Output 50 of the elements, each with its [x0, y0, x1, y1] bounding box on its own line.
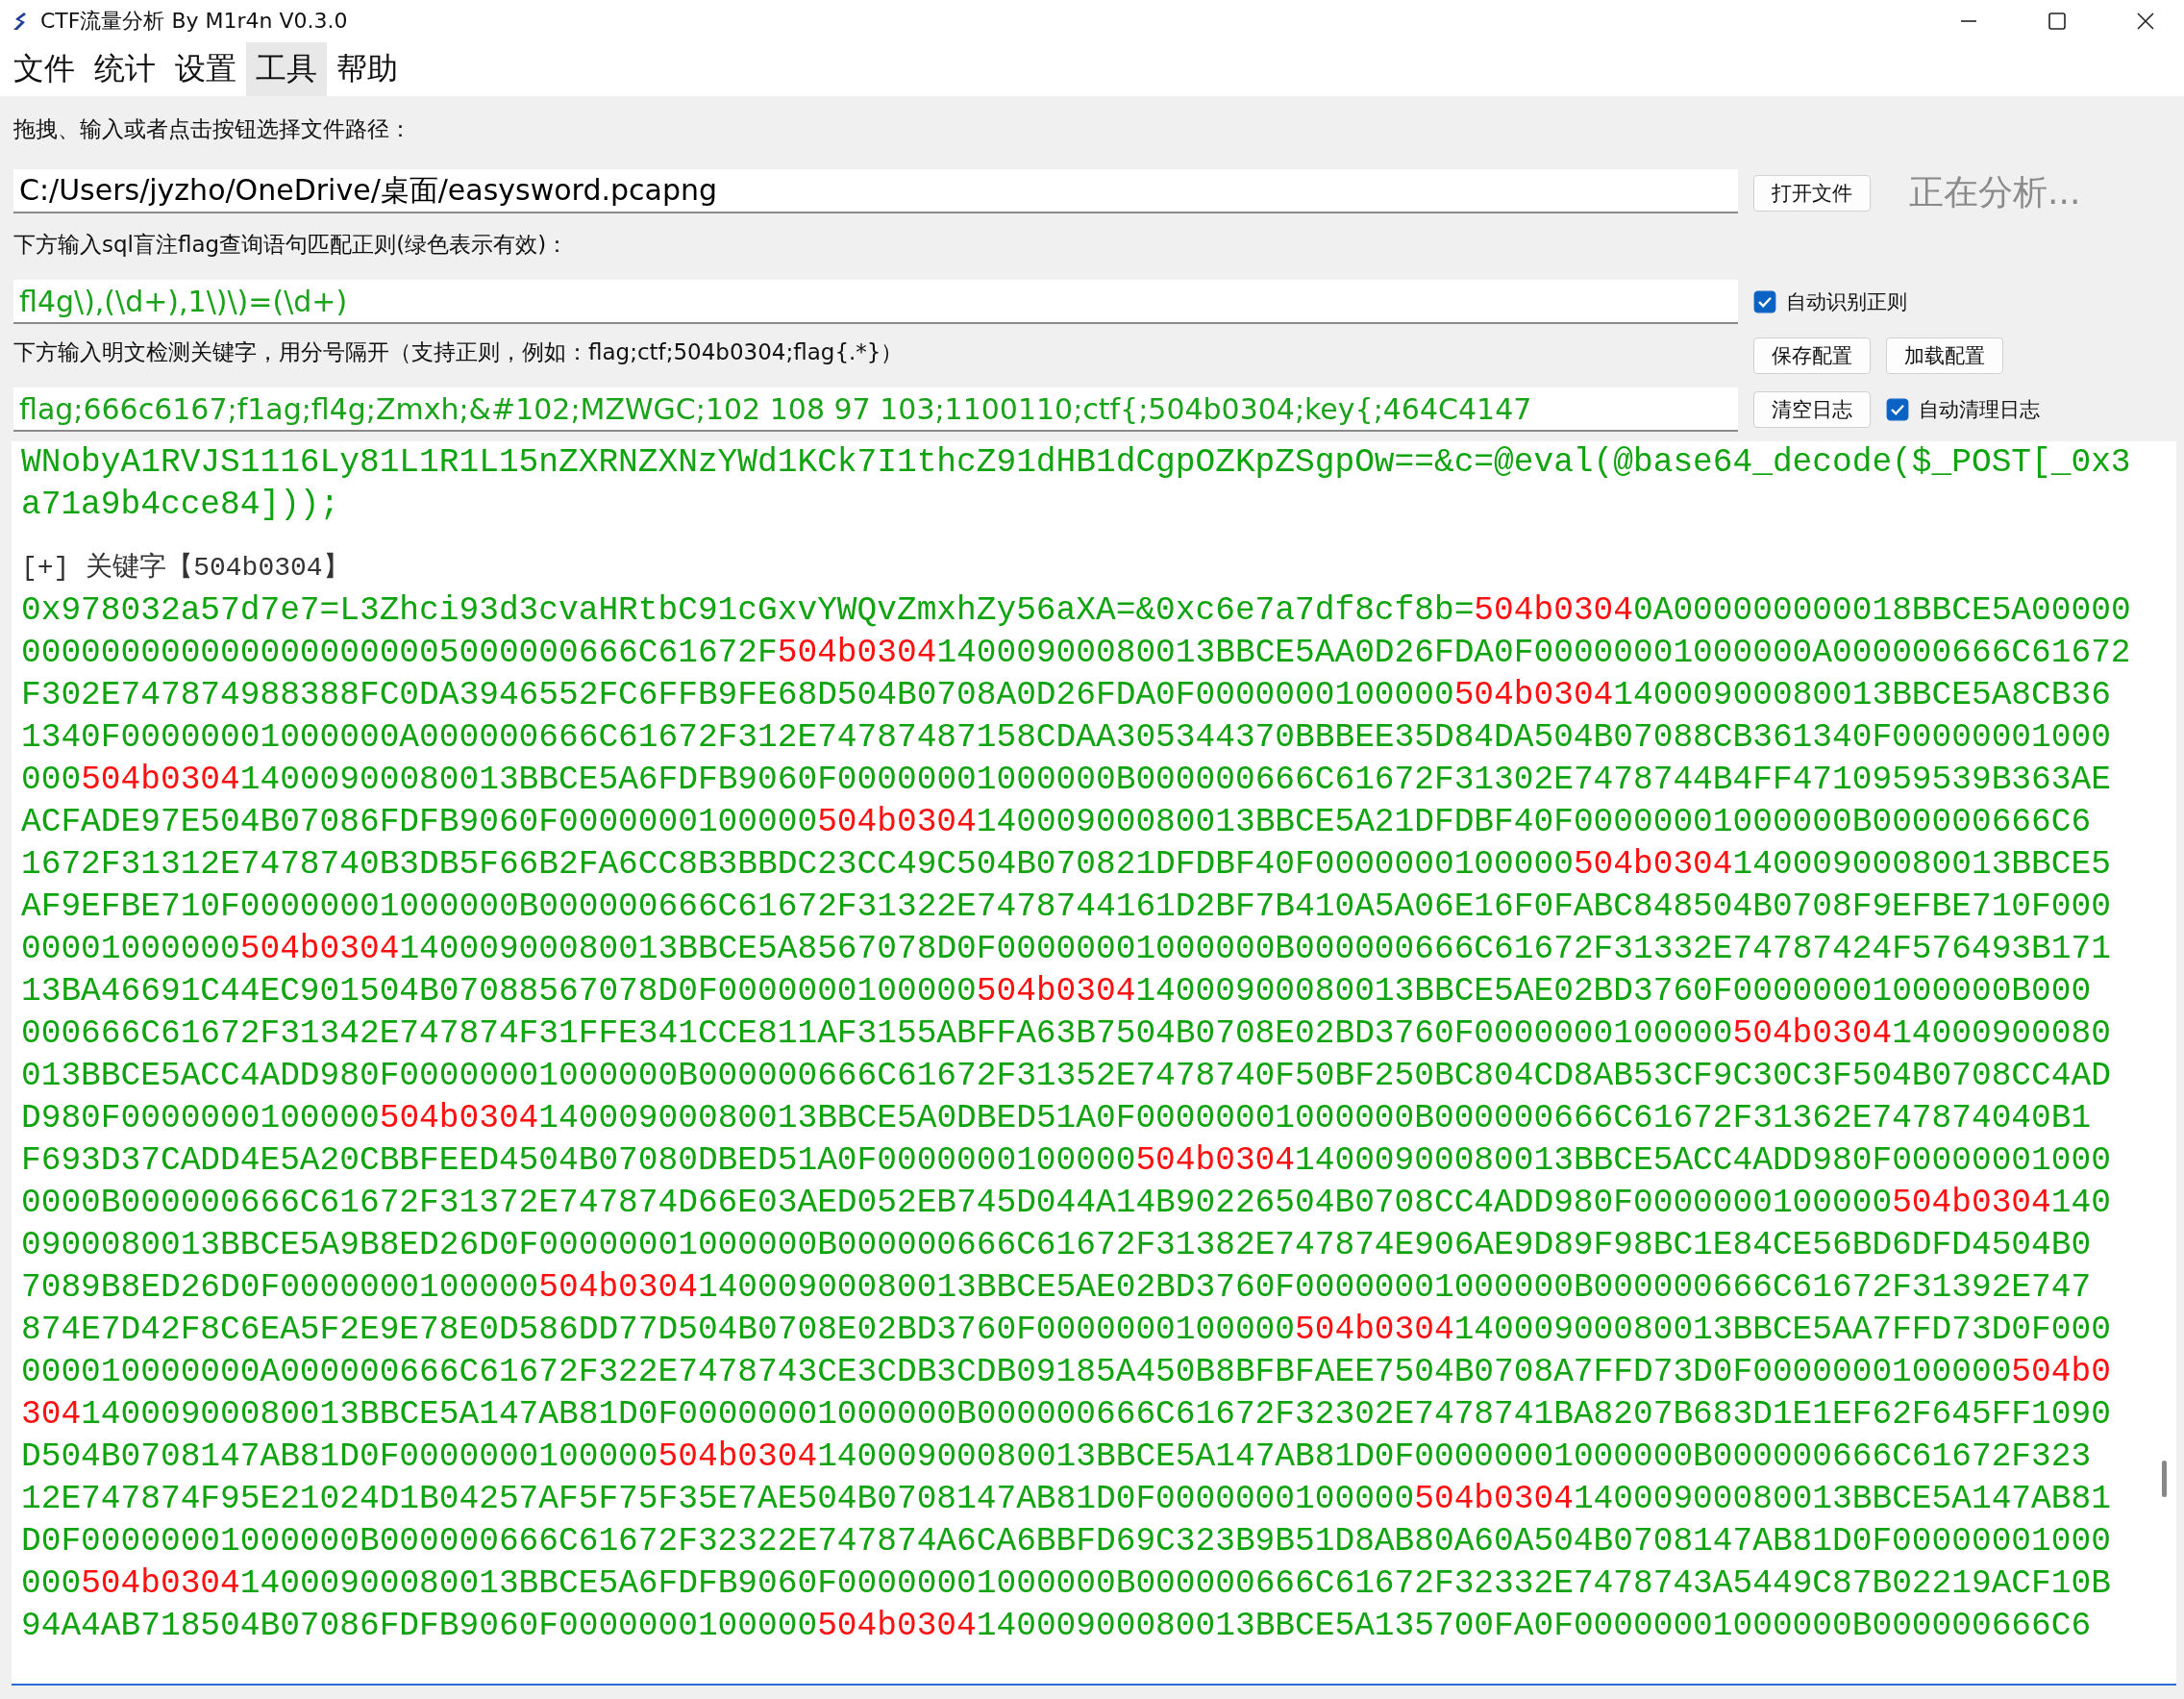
- log-line: 00001000000504b030414000900080013BBCE5A8567078D0F00000001000000B000000666C61672F31332E74787424F576493B171: [21, 929, 2112, 969]
- field-label: 拖拽、输入或者点击按钮选择文件路径：: [13, 114, 412, 143]
- menu-item[interactable]: 设置: [165, 42, 246, 96]
- log-line: ACFADE97E504B07086FDFB9060F0000000100000504b030414000900080013BBCE5A21DFDBF40F00000001000000B000000666C6: [21, 802, 2093, 842]
- menu-item[interactable]: 文件: [4, 42, 85, 96]
- log-line: 0900080013BBCE5A9B8ED26D0F00000001000000B000000666C61672F31382E747874E906AE9D89F98BC1E84CE56BD6DFD4504B0: [21, 1225, 2093, 1265]
- log-heading: [+] 关键字【504b0304】: [21, 551, 351, 585]
- log-line: 000666C61672F31342E747874F31FFE341CCE811AF3155ABFFA63B7504B0708E02BD3760F0000000100000504b030414000900080: [21, 1013, 2112, 1054]
- status-text: 正在分析...: [1909, 171, 2081, 213]
- log-line: D504B0708147AB81D0F0000000100000504b030414000900080013BBCE5A147AB81D0F00000001000000B000000666C61672F323: [21, 1437, 2093, 1477]
- load-config-button[interactable]: 加载配置: [1886, 337, 2003, 374]
- open-file-button[interactable]: 打开文件: [1753, 174, 1871, 212]
- log-line: 1340F00000001000000A000000666C61672F312E74787487158CDAA305344370BBBEE35D84DA504B07088CB361340F00000001000: [21, 717, 2112, 758]
- window-title: CTF流量分析 By M1r4n V0.3.0: [40, 8, 348, 35]
- close-icon[interactable]: [2136, 12, 2155, 31]
- log-line: D980F0000000100000504b030414000900080013BBCE5A0DBED51A0F00000001000000B000000666C61672F31362E747874040B1: [21, 1098, 2093, 1138]
- log-line: 0000000000000000000005000000666C61672F504b030414000900080013BBCE5AA0D26FDA0F00000001000000A000000666C61672: [21, 633, 2132, 673]
- log-line: D0F00000001000000B000000666C61672F32322E747874A6CA6BBFD69C323B9B51D8AB80A60A504B0708147AB81D0F00000001000: [21, 1521, 2112, 1562]
- log-line: 874E7D42F8C6EA5F2E9E78E0D586DD77D504B0708E02BD3760F0000000100000504b030414000900080013BBCE5AA7FFD73D0F000: [21, 1310, 2112, 1350]
- log-line: 000010000000A000000666C61672F322E7478743CE3CDB3CDB09185A450B8BFBFAEE7504B0708A7FFD73D0F0000000100000504b0: [21, 1352, 2112, 1392]
- menu-item[interactable]: 工具: [246, 42, 327, 96]
- log-line: WNobyA1RVJS1116Ly81L1R1L15nZXRNZXNzYWd1KCk7I1thcZ91dHB1dCgpOZKpZSgpOw==&c=@eval(@base64_decode($_POST[_0x3: [21, 442, 2132, 483]
- checkbox-label: 自动识别正则: [1786, 289, 1907, 315]
- field-label: 下方输入sql盲注flag查询语句匹配正则(绿色表示有效)：: [13, 230, 570, 259]
- input-field[interactable]: C:/Users/jyzho/OneDrive/桌面/easysword.pcapng: [13, 169, 1738, 213]
- maximize-icon[interactable]: [2048, 12, 2067, 31]
- log-line: 1672F31312E7478740B3DB5F66B2FA6CC8B3BBDC23CC49C504B070821DFDBF40F0000000100000504b030414000900080013BBCE5: [21, 844, 2112, 885]
- log-line: 000504b030414000900080013BBCE5A6FDFB9060F00000001000000B000000666C61672F31302E7478744B4FF4710959539B363AE: [21, 760, 2112, 800]
- log-line: 013BBCE5ACC4ADD980F00000001000000B000000666C61672F31352E7478740F50BF250BC804CD8AB53CF9C30C3F504B0708CC4AD: [21, 1056, 2112, 1096]
- scrollbar-thumb[interactable]: [2162, 1461, 2167, 1497]
- clear-log-button[interactable]: 清空日志: [1753, 391, 1871, 428]
- log-line: 13BA46691C44EC901504B07088567078D0F0000000100000504b030414000900080013BBCE5AE02BD3760F00000001000000B000: [21, 971, 2093, 1012]
- menu-item[interactable]: 帮助: [327, 42, 408, 96]
- log-line: 0000B000000666C61672F31372E747874D66E03AED052EB745D044A14B90226504B0708CC4ADD980F0000000100000504b0304140: [21, 1183, 2112, 1223]
- checkbox[interactable]: [1886, 398, 1909, 421]
- log-line: a71a9b4cce84]));: [21, 485, 341, 525]
- log-line: 7089B8ED26D0F0000000100000504b030414000900080013BBCE5AE02BD3760F00000001000000B000000666C61672F31392E747: [21, 1267, 2093, 1308]
- save-config-button[interactable]: 保存配置: [1753, 337, 1871, 374]
- log-line: 12E747874F95E21024D1B04257AF5F75F35E7AE504B0708147AB81D0F0000000100000504b030414000900080013BBCE5A147AB81: [21, 1479, 2112, 1519]
- log-line: AF9EFBE710F00000001000000B000000666C61672F31322E7478744161D2BF7B410A5A06E16F0FABC848504B0708F9EFBE710F000: [21, 887, 2112, 927]
- field-label: 下方输入明文检测关键字，用分号隔开（支持正则，例如：flag;ctf;504b0304;flag{.*}）: [13, 337, 905, 366]
- log-line: F302E747874988388FC0DA3946552FC6FFB9FE68D504B0708A0D26FDA0F0000000100000504b030414000900080013BBCE5A8CB36: [21, 675, 2112, 715]
- log-line: 0x978032a57d7e7=L3Zhci93d3cvaHRtbC91cGxvYWQvZmxhZy56aXA=&0xc6e7a7df8cf8b=504b03040A000000000018BBCE5A00000: [21, 590, 2132, 631]
- log-line: F693D37CADD4E5A20CBBFEED4504B07080DBED51A0F0000000100000504b030414000900080013BBCE5ACC4ADD980F00000001000: [21, 1140, 2112, 1181]
- log-line: 30414000900080013BBCE5A147AB81D0F00000001000000B000000666C61672F32302E7478741BA8207B683D1E1EF62F645FF1090: [21, 1394, 2112, 1435]
- menu-item[interactable]: 统计: [85, 42, 165, 96]
- log-line: 94A4AB718504B07086FDFB9060F0000000100000504b030414000900080013BBCE5A135700FA0F00000001000000B000000666C6: [21, 1606, 2093, 1646]
- checkbox-label: 自动清理日志: [1919, 397, 2040, 423]
- checkbox[interactable]: [1753, 290, 1776, 313]
- log-line: 000504b030414000900080013BBCE5A6FDFB9060F00000001000000B000000666C61672F32332E7478743A5449C87B02219ACF10B: [21, 1563, 2112, 1604]
